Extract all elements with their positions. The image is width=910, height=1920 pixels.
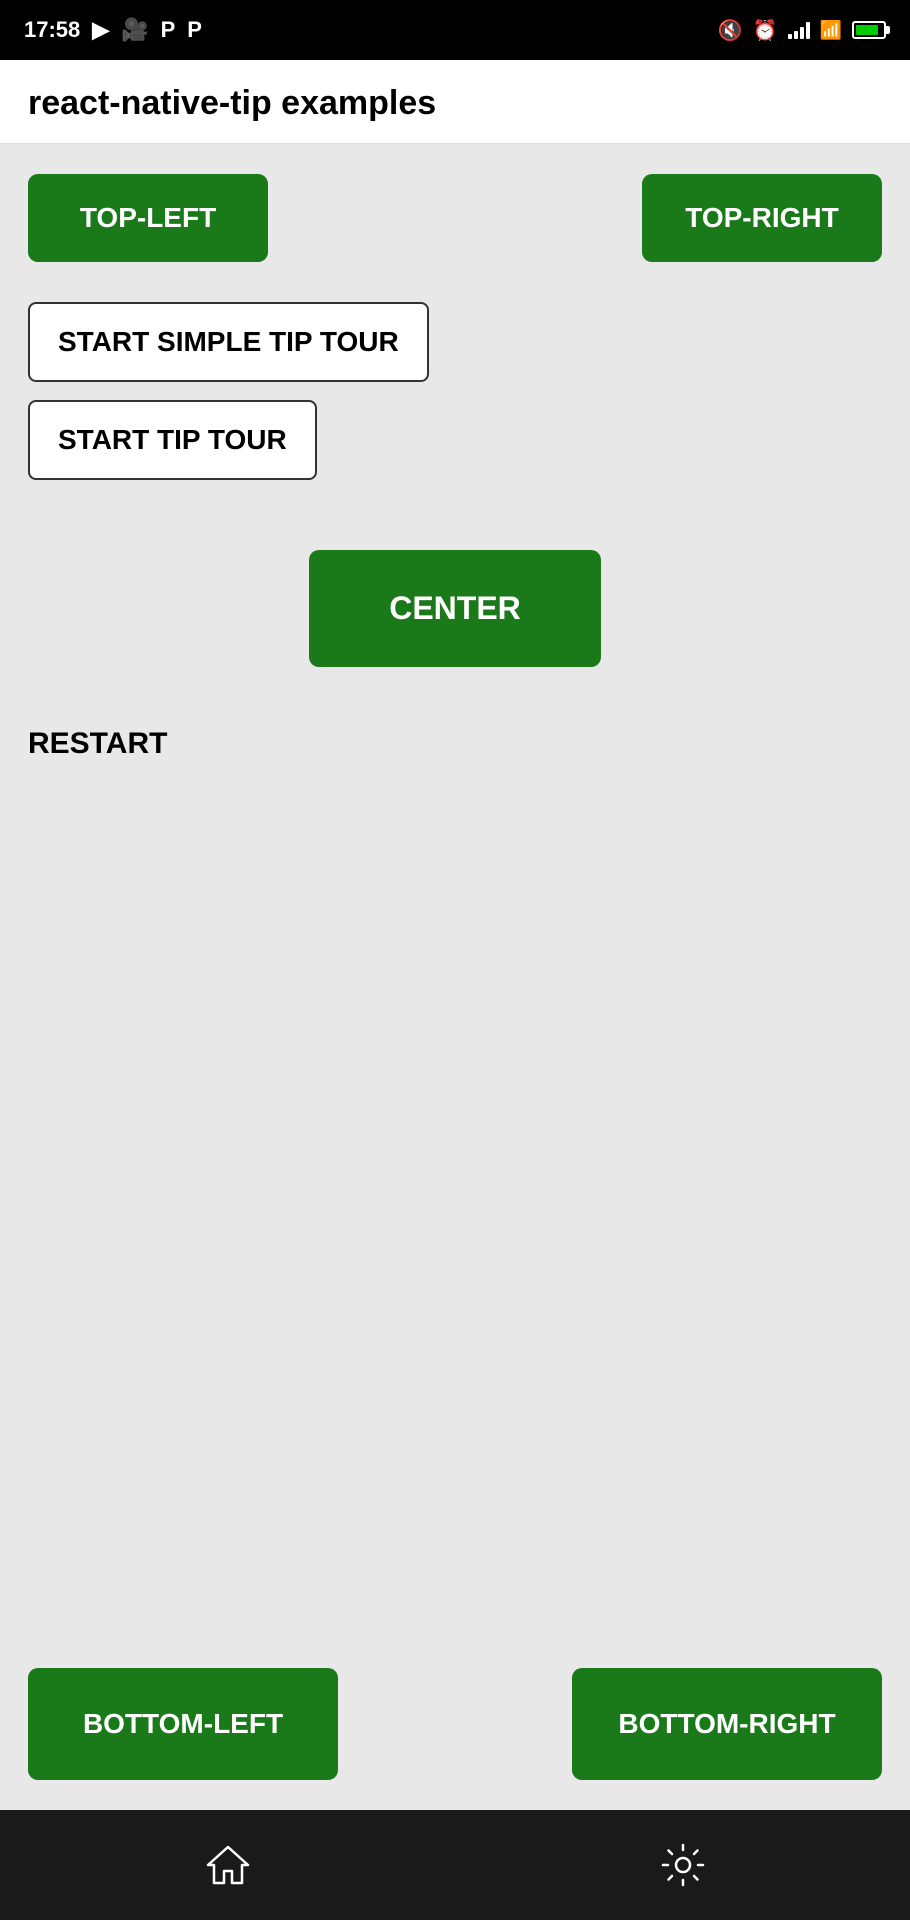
restart-text[interactable]: RESTART bbox=[28, 727, 167, 760]
time-display: 17:58 bbox=[24, 17, 80, 43]
outline-buttons-col: START SIMPLE TIP TOUR START TIP TOUR bbox=[28, 302, 882, 480]
p-icon2: P bbox=[187, 17, 202, 43]
top-left-button[interactable]: TOP-LEFT bbox=[28, 174, 268, 262]
nav-settings[interactable] bbox=[598, 1830, 768, 1900]
main-content: TOP-LEFT TOP-RIGHT START SIMPLE TIP TOUR… bbox=[0, 144, 910, 1810]
video-icon: 🎥 bbox=[121, 17, 148, 43]
start-simple-tip-tour-button[interactable]: START SIMPLE TIP TOUR bbox=[28, 302, 429, 382]
battery-icon bbox=[852, 21, 886, 39]
center-button[interactable]: CENTER bbox=[309, 550, 601, 667]
bottom-right-button[interactable]: BOTTOM-RIGHT bbox=[572, 1668, 882, 1780]
restart-area: RESTART bbox=[28, 727, 882, 761]
center-area: CENTER bbox=[28, 550, 882, 667]
mute-icon: 🔇 bbox=[718, 18, 743, 43]
alarm-icon: ⏰ bbox=[753, 18, 778, 43]
nav-home[interactable] bbox=[143, 1830, 313, 1900]
wifi-icon: 📶 bbox=[820, 20, 842, 41]
bottom-left-button[interactable]: BOTTOM-LEFT bbox=[28, 1668, 338, 1780]
bottom-buttons-row: BOTTOM-LEFT BOTTOM-RIGHT bbox=[28, 1648, 882, 1780]
play-icon: ▶ bbox=[92, 17, 109, 43]
top-right-button[interactable]: TOP-RIGHT bbox=[642, 174, 882, 262]
bottom-nav bbox=[0, 1810, 910, 1920]
app-title: react-native-tip examples bbox=[28, 84, 882, 123]
app-header: react-native-tip examples bbox=[0, 60, 910, 144]
home-icon bbox=[203, 1840, 253, 1890]
top-buttons-row: TOP-LEFT TOP-RIGHT bbox=[28, 174, 882, 262]
signal-icon bbox=[788, 21, 810, 39]
start-tip-tour-button[interactable]: START TIP TOUR bbox=[28, 400, 317, 480]
settings-icon bbox=[658, 1840, 708, 1890]
status-bar-left: 17:58 ▶ 🎥 P P bbox=[24, 17, 202, 43]
status-bar-right: 🔇 ⏰ 📶 bbox=[718, 18, 886, 43]
p-icon1: P bbox=[161, 17, 176, 43]
status-bar: 17:58 ▶ 🎥 P P 🔇 ⏰ 📶 bbox=[0, 0, 910, 60]
